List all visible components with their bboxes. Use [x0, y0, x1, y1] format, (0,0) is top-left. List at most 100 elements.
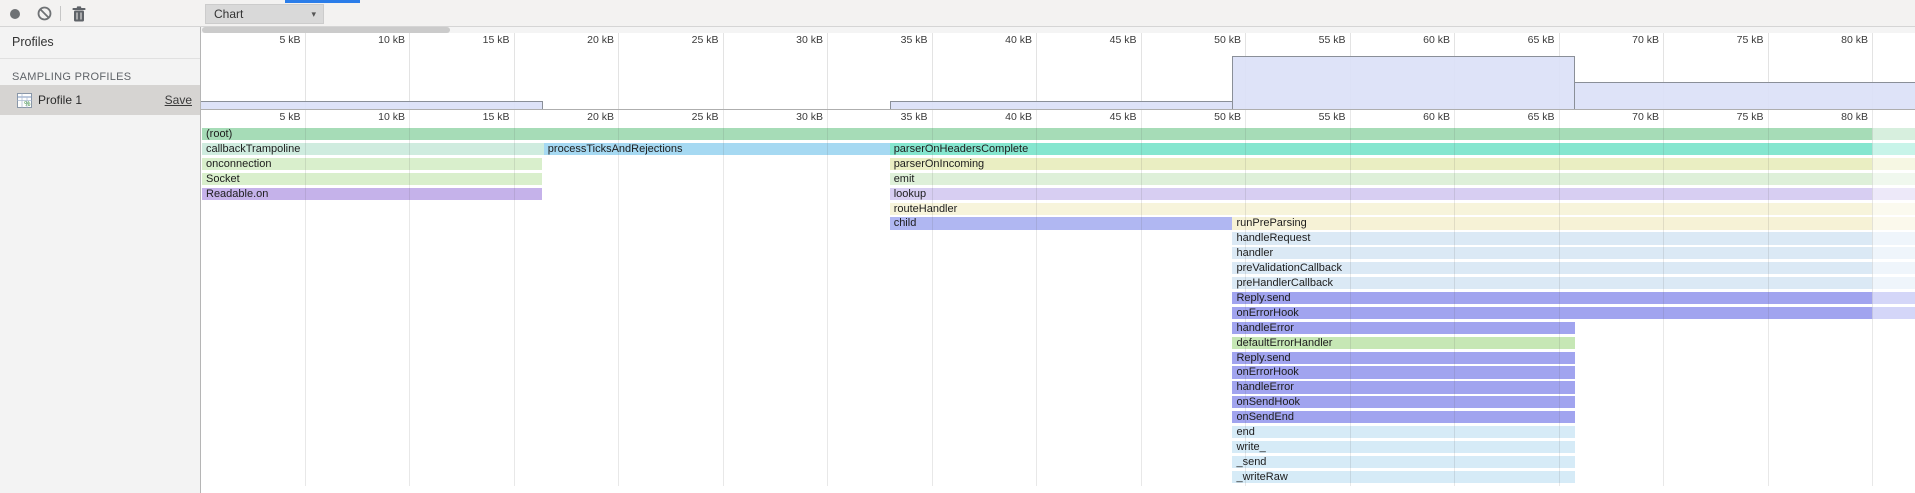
flame-bar[interactable]: (root)	[202, 128, 1915, 140]
flame-bar[interactable]: onSendEnd	[1232, 411, 1575, 423]
flame-bar[interactable]: lookup	[890, 188, 1915, 200]
overview-gridline	[618, 33, 619, 110]
overview-tick-label: 50 kB	[1214, 34, 1245, 46]
overview-gridline	[932, 33, 933, 110]
view-mode-select[interactable]: Chart ▾	[205, 4, 324, 24]
flame-bar[interactable]: preHandlerCallback	[1232, 277, 1915, 289]
overview-scroll-thumb[interactable]	[202, 27, 450, 33]
flame-bar[interactable]: processTicksAndRejections	[544, 143, 890, 155]
flame-bar[interactable]: callbackTrampoline	[202, 143, 544, 155]
overview-tick-label: 70 kB	[1632, 34, 1663, 46]
flame-bar[interactable]: handleError	[1232, 381, 1575, 393]
flame-bar[interactable]: runPreParsing	[1232, 217, 1915, 229]
flame-bar[interactable]: _send	[1232, 456, 1575, 468]
flame-tick-label: 5 kB	[279, 111, 304, 123]
overview-baseline	[201, 109, 1915, 110]
flame-tick-label: 45 kB	[1110, 111, 1141, 123]
profile-icon: %	[17, 93, 32, 108]
sampling-profiles-heading: SAMPLING PROFILES	[0, 59, 200, 83]
profile-name: Profile 1	[38, 93, 165, 107]
allocation-chart-pane: 5 kB 10 kB 15 kB 20 kB 25 kB 30 kB 35 kB 40 kB 4…	[201, 27, 1915, 493]
flame-gridline	[1350, 110, 1351, 486]
overview-gridline	[1141, 33, 1142, 110]
flame-tick-label: 50 kB	[1214, 111, 1245, 123]
flame-gridline	[1036, 110, 1037, 486]
record-heap-profile-button[interactable]	[2, 0, 28, 27]
flame-bar[interactable]: emit	[890, 173, 1915, 185]
overview-tick-label: 10 kB	[378, 34, 409, 46]
overview-tick-label: 40 kB	[1005, 34, 1036, 46]
flame-bar[interactable]: Reply.send	[1232, 292, 1915, 304]
flame-tick-label: 35 kB	[901, 111, 932, 123]
overview-gridline	[723, 33, 724, 110]
flame-bar[interactable]: onErrorHook	[1232, 366, 1575, 378]
flame-bar[interactable]: _writeRaw	[1232, 471, 1575, 483]
profiles-heading: Profiles	[0, 27, 200, 49]
flame-gridline	[1663, 110, 1664, 486]
overview-tick-label: 80 kB	[1841, 34, 1872, 46]
delete-profile-button[interactable]	[66, 0, 92, 27]
overview-gridline	[305, 33, 306, 110]
flame-bar[interactable]: Socket	[202, 173, 542, 185]
overview-tick-label: 65 kB	[1528, 34, 1559, 46]
overview-gridline	[514, 33, 515, 110]
flame-bar[interactable]: preValidationCallback	[1232, 262, 1915, 274]
chevron-down-icon: ▾	[311, 9, 316, 20]
overview-tick-label: 15 kB	[483, 34, 514, 46]
flame-bar[interactable]: parserOnIncoming	[890, 158, 1915, 170]
flame-bar[interactable]: handleError	[1232, 322, 1575, 334]
record-icon	[10, 9, 20, 19]
flame-gridline	[1559, 110, 1560, 486]
flame-tick-label: 55 kB	[1319, 111, 1350, 123]
overview-tick-label: 45 kB	[1110, 34, 1141, 46]
flame-gridline	[1454, 110, 1455, 486]
flame-bar[interactable]: handleRequest	[1232, 232, 1915, 244]
flame-bar[interactable]: onErrorHook	[1232, 307, 1915, 319]
flame-bar[interactable]: parserOnHeadersComplete	[890, 143, 1915, 155]
overview-tick-label: 60 kB	[1423, 34, 1454, 46]
flame-gridline	[305, 110, 306, 486]
toolbar-separator	[60, 6, 61, 21]
overview-tick-label: 25 kB	[692, 34, 723, 46]
overview-scroll-track	[201, 27, 1915, 33]
flame-bar[interactable]: routeHandler	[890, 203, 1915, 215]
flame-gridline	[514, 110, 515, 486]
flame-bar[interactable]: end	[1232, 426, 1575, 438]
flame-bar[interactable]: onconnection	[202, 158, 542, 170]
right-edge-fade	[1872, 126, 1915, 488]
flame-tick-label: 65 kB	[1528, 111, 1559, 123]
flame-tick-label: 20 kB	[587, 111, 618, 123]
flame-bar[interactable]: child	[890, 217, 1233, 229]
clear-profiles-button[interactable]	[31, 0, 57, 27]
flame-bar[interactable]: handler	[1232, 247, 1915, 259]
svg-text:%: %	[24, 101, 30, 108]
overview-step-segment	[1232, 56, 1575, 110]
block-icon	[37, 6, 52, 21]
flame-gridline	[618, 110, 619, 486]
flame-tick-label: 25 kB	[692, 111, 723, 123]
flame-bar[interactable]: Readable.on	[202, 188, 542, 200]
flame-tick-label: 75 kB	[1737, 111, 1768, 123]
flame-gridline	[1768, 110, 1769, 486]
overview-gridline	[409, 33, 410, 110]
flame-gridline	[827, 110, 828, 486]
save-profile-link[interactable]: Save	[165, 93, 192, 107]
flame-tick-label: 30 kB	[796, 111, 827, 123]
overview-tick-label: 55 kB	[1319, 34, 1350, 46]
toolbar: Chart ▾	[0, 0, 1915, 27]
flame-gridline	[1141, 110, 1142, 486]
flame-tick-label: 80 kB	[1841, 111, 1872, 123]
overview-gridline	[1036, 33, 1037, 110]
flame-tick-label: 40 kB	[1005, 111, 1036, 123]
flame-gridline	[409, 110, 410, 486]
flame-bar[interactable]: onSendHook	[1232, 396, 1575, 408]
flame-bar[interactable]: defaultErrorHandler	[1232, 337, 1575, 349]
flame-bar[interactable]: Reply.send	[1232, 352, 1575, 364]
flame-tick-label: 15 kB	[483, 111, 514, 123]
active-tab-indicator	[285, 0, 360, 3]
overview-tick-label: 20 kB	[587, 34, 618, 46]
flame-tick-label: 60 kB	[1423, 111, 1454, 123]
overview-tick-label: 5 kB	[279, 34, 304, 46]
flame-bar[interactable]: write_	[1232, 441, 1575, 453]
sidebar-item-profile-1[interactable]: % Profile 1 Save	[0, 85, 200, 115]
